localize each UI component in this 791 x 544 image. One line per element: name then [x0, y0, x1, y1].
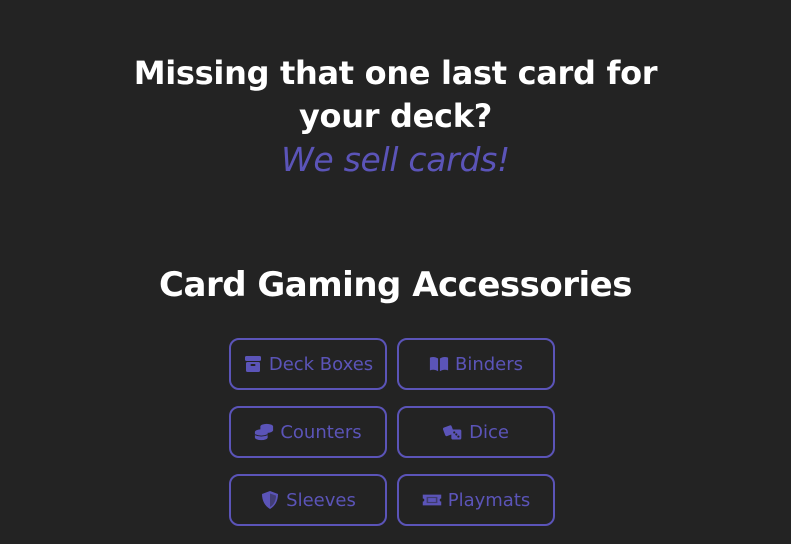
counters-button[interactable]: Counters [229, 406, 387, 458]
playmats-button[interactable]: Playmats [397, 474, 555, 526]
counters-label: Counters [280, 421, 362, 443]
accessories-heading: Card Gaming Accessories [159, 265, 632, 305]
hero-section: Missing that one last card for your deck… [0, 52, 791, 182]
hero-title-line-1: Missing that one last card for [133, 54, 658, 92]
accessories-grid: Deck Boxes Binders Counters Dice Sleeves… [229, 338, 555, 526]
sleeves-button[interactable]: Sleeves [229, 474, 387, 526]
playmats-label: Playmats [447, 489, 531, 511]
box-icon [243, 354, 263, 374]
binders-button[interactable]: Binders [397, 338, 555, 390]
hero-title: Missing that one last card for your deck… [0, 52, 791, 138]
binders-label: Binders [454, 353, 524, 375]
ticket-icon [422, 490, 442, 510]
hero-title-line-2: your deck? [299, 97, 492, 135]
deck-boxes-button[interactable]: Deck Boxes [229, 338, 387, 390]
book-open-icon [429, 354, 449, 374]
hero-tagline: We sell cards! [281, 140, 510, 179]
sleeves-label: Sleeves [286, 489, 356, 511]
coins-icon [254, 422, 274, 442]
dice-label: Dice [469, 421, 509, 443]
shield-icon [260, 490, 280, 510]
deck-boxes-label: Deck Boxes [268, 353, 374, 375]
dice-icon [443, 422, 463, 442]
dice-button[interactable]: Dice [397, 406, 555, 458]
